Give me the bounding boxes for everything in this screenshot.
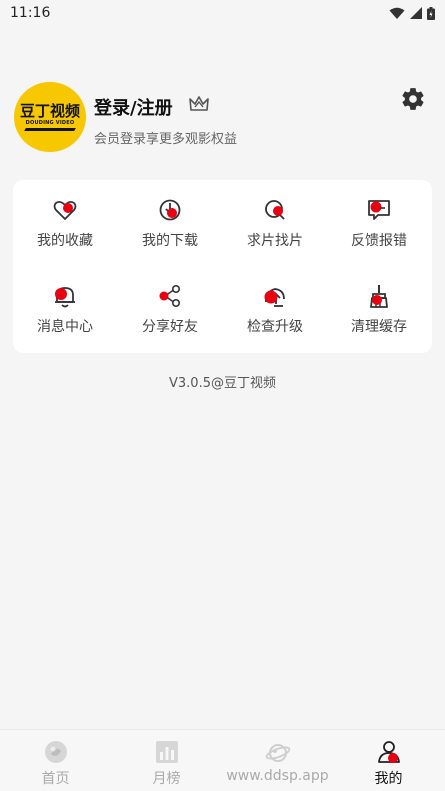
bottom-nav: 首页 月榜 www.ddsp.app 我的: [0, 729, 445, 791]
chart-icon: [155, 741, 178, 763]
version-text: V3.0.5@豆丁视频: [169, 376, 276, 391]
status-icons: [389, 6, 435, 20]
menu-item-label: 我的下载: [142, 233, 198, 249]
nav-item-website[interactable]: www.ddsp.app: [222, 730, 333, 791]
menu-item-label: 求片找片: [247, 233, 303, 249]
login-register-link[interactable]: 登录/注册: [94, 94, 173, 120]
menu-item-share[interactable]: 分享好友: [118, 266, 222, 346]
feedback-icon: [368, 200, 390, 220]
menu-item-clear-cache[interactable]: 清理缓存: [327, 266, 431, 346]
nav-item-monthly-ranking[interactable]: 月榜: [111, 730, 222, 791]
avatar-logo-bar: [24, 128, 76, 131]
planet-icon: [265, 744, 290, 762]
menu-item-label: 分享好友: [142, 319, 198, 335]
gear-icon[interactable]: [400, 86, 426, 112]
broom-icon: [370, 285, 388, 308]
menu-item-label: 反馈报错: [351, 233, 407, 249]
heart-icon: [53, 200, 77, 220]
status-bar: 11:16: [0, 0, 445, 26]
avatar-logo-title: 豆丁视频: [19, 102, 80, 120]
avatar[interactable]: 豆丁视频 DOUDING VIDEO: [14, 82, 86, 152]
nav-item-mine[interactable]: 我的: [333, 730, 444, 791]
nav-item-label: www.ddsp.app: [226, 768, 329, 784]
menu-item-label: 消息中心: [37, 319, 93, 335]
nav-item-label: 首页: [41, 771, 70, 787]
menu-item-label: 检查升级: [247, 319, 303, 335]
status-time: 11:16: [10, 5, 51, 21]
nav-item-label: 月榜: [152, 771, 181, 787]
bell-icon: [55, 287, 75, 308]
menu-item-label: 我的收藏: [37, 233, 93, 249]
profile-header: 豆丁视频 DOUDING VIDEO 登录/注册 会员登录享更多观影权益: [14, 82, 431, 154]
upgrade-icon: [264, 288, 285, 307]
share-icon: [159, 284, 180, 307]
menu-item-favorites[interactable]: 我的收藏: [13, 180, 117, 260]
menu-item-check-update[interactable]: 检查升级: [223, 266, 327, 346]
nav-item-label: 我的: [374, 771, 403, 787]
user-icon: [377, 741, 400, 763]
menu-item-downloads[interactable]: 我的下载: [118, 180, 222, 260]
battery-icon: [427, 6, 435, 20]
signal-icon: [410, 7, 422, 19]
menu-card: 我的收藏 我的下载 求片找片 反馈报错 消息中心 分享好友 检查升级 清理缓存: [13, 180, 432, 353]
crown-icon: [189, 96, 209, 111]
search-film-icon: [265, 200, 285, 220]
nav-item-home[interactable]: 首页: [0, 730, 111, 791]
avatar-logo-subtitle: DOUDING VIDEO: [25, 120, 75, 126]
menu-item-label: 清理缓存: [351, 319, 407, 335]
download-icon: [159, 199, 181, 221]
menu-item-request-film[interactable]: 求片找片: [223, 180, 327, 260]
wifi-icon: [389, 7, 405, 19]
login-subtitle: 会员登录享更多观影权益: [94, 132, 238, 147]
home-icon: [44, 741, 67, 763]
menu-item-messages[interactable]: 消息中心: [13, 266, 117, 346]
menu-item-feedback[interactable]: 反馈报错: [327, 180, 431, 260]
